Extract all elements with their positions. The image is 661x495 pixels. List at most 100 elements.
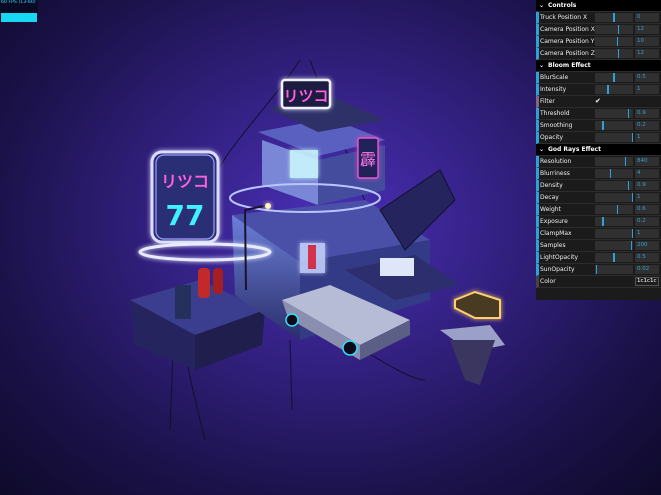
control-row: LightOpacity 0.5 xyxy=(536,252,661,264)
folder-title-label: God Rays Effect xyxy=(548,145,601,153)
control-number-input[interactable]: 840 xyxy=(635,157,659,166)
control-number-input[interactable]: 10 xyxy=(635,37,659,46)
control-slider[interactable] xyxy=(595,49,633,58)
control-slider[interactable] xyxy=(595,229,633,238)
control-slider[interactable] xyxy=(595,109,633,118)
slider-handle[interactable] xyxy=(616,37,619,46)
filter-checkbox[interactable]: ✔ xyxy=(595,97,601,106)
control-slider[interactable] xyxy=(595,121,633,130)
folder-title-0[interactable]: ⌄ Controls xyxy=(536,0,661,12)
slider-handle[interactable] xyxy=(613,13,615,22)
control-label: LightOpacity xyxy=(540,254,579,261)
control-row: Truck Position X 0 xyxy=(536,12,661,24)
control-label: Camera Position X xyxy=(540,26,595,33)
control-slider[interactable] xyxy=(595,157,633,166)
control-row: Exposure 0.2 xyxy=(536,216,661,228)
control-row: Decay 1 xyxy=(536,192,661,204)
slider-handle[interactable] xyxy=(613,73,615,82)
control-label: Intensity xyxy=(540,86,567,93)
slider-handle[interactable] xyxy=(602,217,604,226)
control-slider[interactable] xyxy=(595,13,633,22)
control-slider[interactable] xyxy=(595,37,633,46)
control-slider[interactable] xyxy=(595,205,633,214)
control-row: Samples 200 xyxy=(536,240,661,252)
control-slider[interactable] xyxy=(595,133,633,142)
control-number-input[interactable]: 0.2 xyxy=(635,217,659,226)
control-number-input[interactable]: 0.6 xyxy=(635,205,659,214)
slider-handle[interactable] xyxy=(617,25,620,34)
slider-handle[interactable] xyxy=(631,133,633,142)
control-row: Smoothing 0.2 xyxy=(536,120,661,132)
control-slider[interactable] xyxy=(595,253,633,262)
control-slider[interactable] xyxy=(595,193,633,202)
control-number-input[interactable]: 1 xyxy=(635,193,659,202)
control-label: Opacity xyxy=(540,134,564,141)
control-row: Opacity 1 xyxy=(536,132,661,144)
control-label: Decay xyxy=(540,194,559,201)
control-slider[interactable] xyxy=(595,241,633,250)
control-number-input[interactable]: 12 xyxy=(635,25,659,34)
control-number-input[interactable]: 0.02 xyxy=(635,265,659,274)
sign-top-text: リツコ xyxy=(283,87,328,105)
slider-handle[interactable] xyxy=(617,49,620,58)
sign-left-text: リツコ xyxy=(161,172,209,191)
control-row: Resolution 840 xyxy=(536,156,661,168)
cyberpunk-scene: リツコ 77 リツコ 霹 xyxy=(130,59,505,441)
control-number-input[interactable]: 1 xyxy=(635,229,659,238)
slider-handle[interactable] xyxy=(631,193,633,202)
control-label: Resolution xyxy=(540,158,572,165)
sign-vertical-text: 霹 xyxy=(360,150,376,169)
control-number-input[interactable]: 12 xyxy=(635,49,659,58)
control-row: Threshold 0.9 xyxy=(536,108,661,120)
control-slider[interactable] xyxy=(595,85,633,94)
control-row: Filter ✔ xyxy=(536,96,661,108)
control-label: Camera Position Y xyxy=(540,38,595,45)
neon-arrow-sign xyxy=(454,290,501,319)
control-number-input[interactable]: 0.5 xyxy=(635,253,659,262)
control-label: Filter xyxy=(540,98,555,105)
slider-handle[interactable] xyxy=(595,265,598,274)
control-number-input[interactable]: 1 xyxy=(635,133,659,142)
control-slider[interactable] xyxy=(595,217,633,226)
control-number-input[interactable]: 4 xyxy=(635,169,659,178)
controls-panel: ⌄ Controls Truck Position X 0 Camera Positio… xyxy=(536,0,661,300)
chevron-down-icon: ⌄ xyxy=(539,145,545,153)
slider-handle[interactable] xyxy=(616,205,619,214)
slider-handle[interactable] xyxy=(624,157,627,166)
control-label: Blurriness xyxy=(540,170,570,177)
slider-handle[interactable] xyxy=(602,121,604,130)
control-row: Blurriness 4 xyxy=(536,168,661,180)
control-slider[interactable] xyxy=(595,169,633,178)
control-slider[interactable] xyxy=(595,25,633,34)
control-row: Density 0.9 xyxy=(536,180,661,192)
slider-handle[interactable] xyxy=(627,109,630,118)
control-number-input[interactable]: 0.2 xyxy=(635,121,659,130)
control-row: Intensity 1 xyxy=(536,84,661,96)
slider-handle[interactable] xyxy=(627,181,630,190)
control-number-input[interactable]: 0 xyxy=(635,13,659,22)
control-label: Threshold xyxy=(540,110,570,117)
fps-graph xyxy=(1,13,37,22)
control-slider[interactable] xyxy=(595,265,633,274)
control-number-input[interactable]: 0.5 xyxy=(635,73,659,82)
control-row: BlurScale 0.5 xyxy=(536,72,661,84)
slider-handle[interactable] xyxy=(607,85,609,94)
slider-handle[interactable] xyxy=(613,253,615,262)
slider-handle[interactable] xyxy=(609,169,612,178)
viewport-3d[interactable]: リツコ 77 リツコ 霹 xyxy=(0,0,536,495)
control-slider[interactable] xyxy=(595,73,633,82)
control-label: Truck Position X xyxy=(540,14,588,21)
control-number-input[interactable]: 200 xyxy=(635,241,659,250)
control-number-input[interactable]: 0.9 xyxy=(635,181,659,190)
folder-title-2[interactable]: ⌄ God Rays Effect xyxy=(536,144,661,156)
control-slider[interactable] xyxy=(595,181,633,190)
control-number-input[interactable]: 1 xyxy=(635,85,659,94)
control-label: BlurScale xyxy=(540,74,569,81)
color-picker-input[interactable]: 1c1c1c xyxy=(635,277,659,286)
folder-title-1[interactable]: ⌄ Bloom Effect xyxy=(536,60,661,72)
control-number-input[interactable]: 0.9 xyxy=(635,109,659,118)
fps-meter[interactable]: 60 FPS (13-60) xyxy=(0,0,38,22)
folder-title-label: Controls xyxy=(548,1,577,9)
slider-handle[interactable] xyxy=(630,241,633,250)
slider-handle[interactable] xyxy=(631,229,633,238)
